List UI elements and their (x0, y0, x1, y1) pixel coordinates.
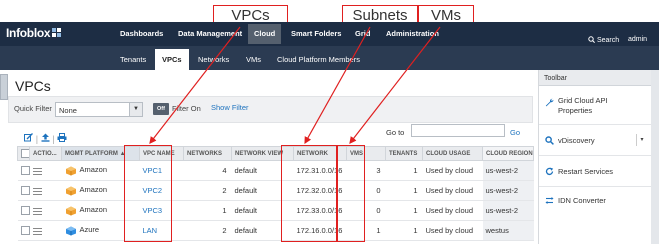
cell-networks: 1 (183, 200, 232, 221)
row-checkbox[interactable] (20, 186, 30, 196)
toolbar-title: Toolbar (544, 75, 567, 82)
cell-cloud-region: us-west-2 (482, 180, 534, 201)
grid-tools: | | (24, 133, 67, 145)
nav-smart-folders[interactable]: Smart Folders (291, 29, 341, 38)
vpcs-table: ACTIO... MGMT PLATFORM ▲ VPC NAME NETWOR… (17, 146, 534, 241)
col-header-cloud-usage[interactable]: CLOUD USAGE (422, 146, 483, 161)
convert-arrows-icon (545, 197, 554, 204)
table-row[interactable]: Amazon VPC1 4 default 172.31.0.0/16 3 1 … (17, 160, 534, 181)
wrench-icon (545, 98, 554, 107)
row-menu-icon[interactable] (32, 207, 42, 215)
tab-cloud-platform-members[interactable]: Cloud Platform Members (277, 55, 360, 64)
tab-tenants[interactable]: Tenants (120, 55, 146, 64)
cell-networks: 4 (183, 160, 232, 181)
goto-input[interactable] (411, 124, 505, 137)
col-header-tenants[interactable]: TENANTS (385, 146, 423, 161)
cell-cloud-usage: Used by cloud (422, 200, 483, 221)
aws-icon (65, 186, 76, 195)
col-header-networks[interactable]: NETWORKS (183, 146, 232, 161)
cell-cloud-region: us-west-2 (482, 160, 534, 181)
cell-tenants: 1 (385, 200, 423, 221)
sub-nav-bar: Tenants VPCs Networks VMs Cloud Platform… (0, 46, 659, 70)
top-nav-bar: Infoblox Dashboards Data Management Clou… (0, 22, 659, 46)
col-header-actions[interactable]: ACTIO... (29, 146, 62, 161)
infoblox-logo-icon (52, 28, 62, 37)
quick-filter-label: Quick Filter (14, 104, 52, 113)
table-row[interactable]: Amazon VPC3 1 default 172.33.0.0/16 0 1 … (17, 200, 534, 221)
search-link[interactable]: Search (588, 36, 619, 44)
toolbar-panel: Toolbar Grid Cloud API Properties vDiscov… (538, 70, 651, 244)
row-menu-icon[interactable] (32, 187, 42, 195)
search-icon (588, 36, 595, 43)
cell-cloud-usage: Used by cloud (422, 220, 483, 241)
cell-cloud-usage: Used by cloud (422, 160, 483, 181)
filter-on-label: Filter On (172, 104, 201, 113)
refresh-icon (545, 167, 554, 175)
upload-icon[interactable] (41, 133, 50, 142)
nav-grid[interactable]: Grid (355, 29, 370, 38)
toolbar-item-vdiscovery[interactable]: vDiscovery ▾ (539, 126, 651, 156)
toolbar-item-grid-cloud-api-properties[interactable]: Grid Cloud API Properties (539, 87, 651, 125)
row-checkbox[interactable] (20, 166, 30, 176)
nav-dashboards[interactable]: Dashboards (120, 29, 163, 38)
search-icon (545, 136, 554, 145)
col-header-cloud-region[interactable]: CLOUD REGION (482, 146, 534, 161)
tab-vpcs[interactable]: VPCs (155, 49, 189, 70)
user-menu[interactable]: admin (628, 36, 647, 43)
filter-bar: Quick Filter None ▼ Off Filter On Show Fi… (8, 96, 533, 123)
select-all-checkbox[interactable] (21, 149, 29, 158)
cell-tenants: 1 (385, 180, 423, 201)
page-title: VPCs (15, 78, 51, 94)
goto-button[interactable]: Go (510, 128, 520, 137)
highlight-vpc-name-column (124, 145, 172, 242)
row-menu-icon[interactable] (32, 167, 42, 175)
toolbar-item-restart-services[interactable]: Restart Services (539, 157, 651, 187)
select-all-header[interactable] (17, 146, 30, 161)
cell-networks: 2 (183, 180, 232, 201)
tab-networks[interactable]: Networks (198, 55, 229, 64)
nav-data-management[interactable]: Data Management (178, 29, 242, 38)
chevron-down-icon[interactable]: ▾ (636, 134, 647, 146)
chevron-down-icon: ▼ (129, 103, 142, 116)
cell-networks: 2 (183, 220, 232, 241)
table-row[interactable]: Amazon VPC2 2 default 172.32.0.0/16 0 1 … (17, 180, 534, 201)
tab-vms[interactable]: VMs (246, 55, 261, 64)
edit-icon[interactable] (24, 133, 33, 142)
toolbar-item-label: Restart Services (558, 167, 614, 176)
toolbar-header: Toolbar (539, 70, 651, 86)
cell-cloud-usage: Used by cloud (422, 180, 483, 201)
cell-cloud-region: us-west-2 (482, 200, 534, 221)
cell-tenants: 1 (385, 220, 423, 241)
row-checkbox[interactable] (20, 206, 30, 216)
table-header-row: ACTIO... MGMT PLATFORM ▲ VPC NAME NETWOR… (17, 146, 534, 161)
row-menu-icon[interactable] (32, 227, 42, 235)
cell-cloud-region: westus (482, 220, 534, 241)
toolbar-item-idn-converter[interactable]: IDN Converter (539, 188, 651, 218)
toolbar-item-label: Grid Cloud API Properties (558, 96, 608, 115)
aws-icon (65, 206, 76, 215)
aws-icon (65, 166, 76, 175)
table-row[interactable]: Azure LAN 2 default 172.16.0.0/16 1 1 Us… (17, 220, 534, 241)
toolbar-item-label: IDN Converter (558, 196, 606, 205)
goto-label: Go to (386, 128, 405, 137)
left-panel-toggle[interactable] (0, 74, 8, 100)
highlight-vms-column (337, 145, 365, 242)
quick-filter-select[interactable]: None ▼ (55, 102, 143, 117)
filter-toggle[interactable]: Off (153, 103, 169, 115)
cell-tenants: 1 (385, 160, 423, 181)
azure-icon (65, 226, 76, 235)
show-filter-link[interactable]: Show Filter (211, 103, 249, 112)
row-checkbox[interactable] (20, 226, 30, 236)
logo: Infoblox (6, 26, 62, 40)
print-icon[interactable] (57, 133, 67, 142)
nav-administration[interactable]: Administration (386, 29, 439, 38)
right-panel-toggle[interactable] (651, 70, 659, 244)
nav-cloud[interactable]: Cloud (248, 24, 282, 44)
toolbar-item-label: vDiscovery (558, 136, 595, 145)
highlight-network-column (281, 145, 337, 242)
